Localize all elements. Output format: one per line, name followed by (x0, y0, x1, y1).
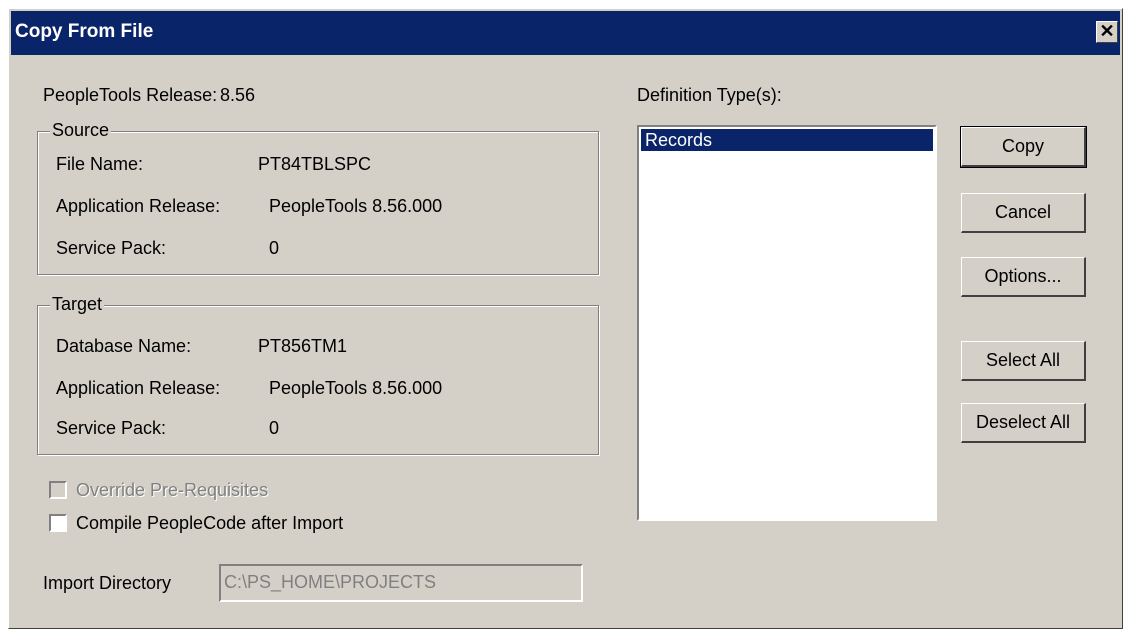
target-service-pack-label: Service Pack: (56, 418, 167, 438)
definition-types-label: Definition Type(s): (637, 85, 782, 105)
definition-types-list[interactable]: Records (637, 125, 937, 521)
source-file-name-value: PT84TBLSPC (258, 154, 372, 174)
target-service-pack-value: 0 (269, 418, 280, 438)
target-db-name-label: Database Name: (56, 336, 192, 356)
title-bar[interactable]: Copy From File ✕ (11, 11, 1120, 55)
copy-button[interactable]: Copy (960, 126, 1087, 168)
source-service-pack-value: 0 (269, 238, 280, 258)
compile-peoplecode-checkbox[interactable] (49, 514, 67, 532)
source-service-pack-label: Service Pack: (56, 238, 167, 258)
deselect-all-button[interactable]: Deselect All (961, 403, 1086, 443)
source-group-title: Source (50, 120, 112, 141)
list-item-records[interactable]: Records (641, 129, 933, 151)
import-directory-label: Import Directory (43, 573, 172, 593)
peopletools-release-label: PeopleTools Release: (43, 85, 218, 105)
compile-peoplecode-label: Compile PeopleCode after Import (76, 513, 344, 533)
close-icon[interactable]: ✕ (1096, 21, 1118, 43)
peopletools-release-value: 8.56 (220, 85, 256, 105)
target-app-release-label: Application Release: (56, 378, 221, 398)
cancel-button[interactable]: Cancel (961, 193, 1086, 233)
target-db-name-value: PT856TM1 (258, 336, 348, 356)
override-prerequisites-label: Override Pre-Requisites (76, 480, 269, 500)
source-groupbox: Source File Name: PT84TBLSPC Application… (37, 120, 599, 275)
options-button[interactable]: Options... (961, 257, 1086, 297)
import-directory-field[interactable]: C:\PS_HOME\PROJECTS (219, 564, 583, 602)
target-app-release-value: PeopleTools 8.56.000 (269, 378, 443, 398)
source-file-name-label: File Name: (56, 154, 144, 174)
override-prerequisites-checkbox[interactable] (49, 481, 67, 499)
source-app-release-label: Application Release: (56, 196, 221, 216)
dialog-title: Copy From File (15, 21, 154, 42)
target-groupbox: Target Database Name: PT856TM1 Applicati… (37, 294, 599, 455)
target-group-title: Target (50, 294, 105, 315)
copy-from-file-dialog: Copy From File ✕ PeopleTools Release: 8.… (8, 8, 1123, 629)
select-all-button[interactable]: Select All (961, 341, 1086, 381)
source-app-release-value: PeopleTools 8.56.000 (269, 196, 443, 216)
